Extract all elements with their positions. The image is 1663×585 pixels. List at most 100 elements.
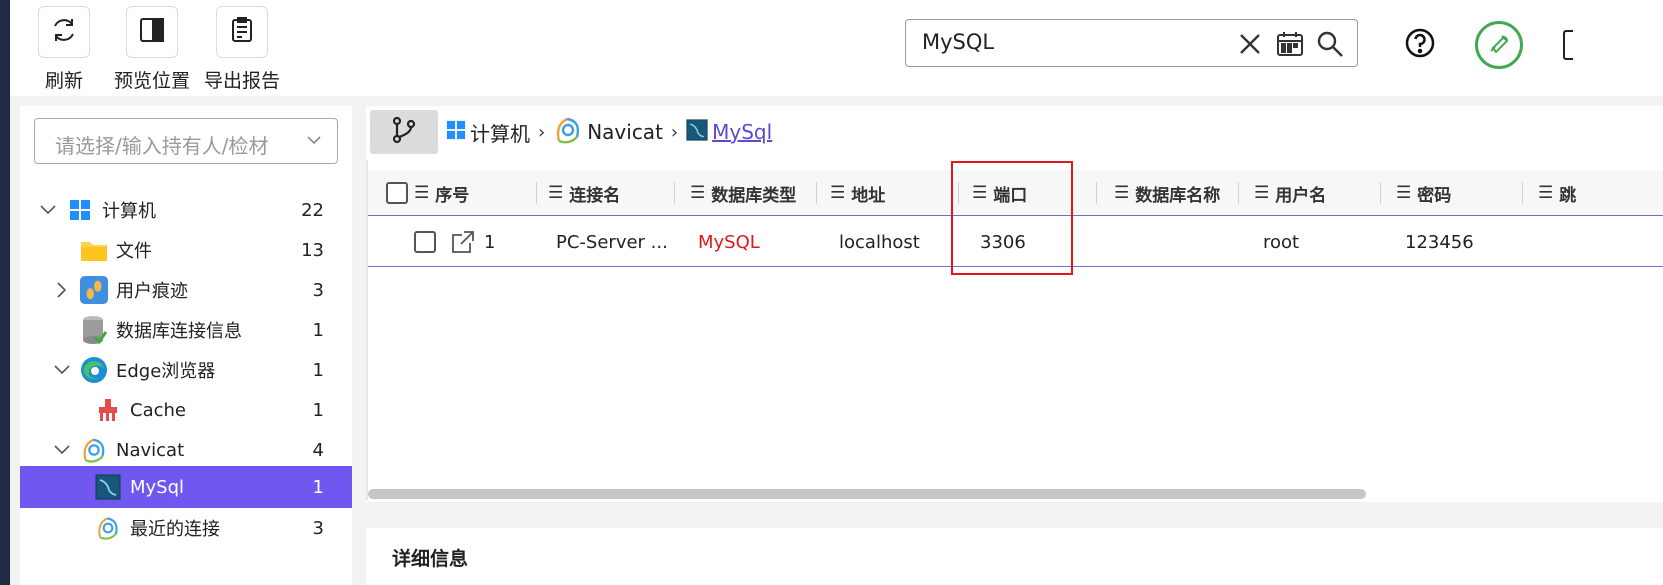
cell-username: root	[1263, 231, 1300, 253]
tree-item-count: 3	[312, 517, 324, 539]
tree-item-label: 最近的连接	[130, 519, 220, 540]
column-header-username[interactable]: ☰ 用户名	[1254, 170, 1326, 216]
refresh-icon	[50, 16, 78, 49]
tree-item-count: 22	[301, 199, 324, 221]
breadcrumb-label: 计算机	[470, 121, 530, 146]
navicat-icon	[80, 436, 108, 464]
detail-title: 详细信息	[392, 548, 469, 570]
tree-item-user-traces[interactable]: 用户痕迹 3	[20, 270, 352, 310]
column-divider[interactable]	[816, 182, 817, 204]
tree-item-label: Cache	[130, 399, 186, 421]
panel-toggle-icon[interactable]	[1563, 30, 1573, 60]
calendar-icon[interactable]	[1275, 29, 1305, 59]
tree-item-recent-connections[interactable]: 最近的连接 3	[20, 508, 352, 548]
database-icon	[80, 316, 108, 345]
tree-item-computer[interactable]: 计算机 22	[20, 190, 352, 230]
column-header-password[interactable]: ☰ 密码	[1396, 170, 1451, 216]
tree-item-count: 1	[312, 359, 324, 381]
tree-item-navicat[interactable]: Navicat 4	[20, 430, 352, 470]
chevron-down-icon[interactable]	[38, 200, 58, 220]
column-menu-icon: ☰	[830, 183, 846, 203]
breadcrumb-label: Navicat	[587, 120, 663, 144]
tree-item-count: 13	[301, 239, 324, 261]
owner-select-placeholder: 请选择/输入持有人/检材	[55, 134, 269, 158]
column-menu-icon: ☰	[1114, 183, 1130, 203]
evidence-tree-panel: 请选择/输入持有人/检材 计算机 22 文件 13 用户痕迹 3 数据库连接信息…	[20, 106, 352, 585]
select-all-checkbox[interactable]	[386, 170, 408, 216]
column-divider[interactable]	[1238, 182, 1239, 204]
open-external-icon[interactable]	[450, 217, 476, 267]
chevron-down-icon[interactable]	[52, 440, 72, 460]
search-icon[interactable]	[1315, 29, 1345, 59]
refresh-button[interactable]: 刷新	[19, 6, 109, 93]
breadcrumb: 计算机 › Navicat › MySql	[446, 114, 772, 150]
window-edge	[0, 0, 10, 585]
column-header-address[interactable]: ☰ 地址	[830, 170, 885, 216]
edge-icon	[80, 356, 108, 384]
cell-index: 1	[484, 231, 496, 253]
breadcrumb-item[interactable]: Navicat	[553, 115, 663, 150]
horizontal-scrollbar[interactable]	[368, 489, 1366, 499]
column-divider[interactable]	[536, 182, 537, 204]
column-header-index[interactable]: ☰ 序号	[414, 170, 469, 216]
chevron-down-icon[interactable]	[52, 360, 72, 380]
preview-position-label: 预览位置	[113, 70, 190, 92]
chevron-down-icon	[305, 131, 323, 154]
tree-view-toggle-button[interactable]	[370, 110, 438, 154]
branch-icon	[391, 116, 417, 149]
user-traces-icon	[80, 276, 108, 304]
tree-item-count: 1	[312, 319, 324, 341]
tree-item-db-connections[interactable]: 数据库连接信息 1	[20, 310, 352, 350]
tree-item-files[interactable]: 文件 13	[20, 230, 352, 270]
mysql-icon	[94, 473, 122, 501]
report-icon	[228, 16, 256, 49]
tree-item-count: 1	[312, 399, 324, 421]
tree-item-label: 文件	[116, 241, 152, 262]
bell-icon	[1487, 31, 1511, 60]
export-report-label: 导出报告	[203, 70, 280, 92]
column-menu-icon: ☰	[1538, 183, 1554, 203]
cell-password: 123456	[1405, 231, 1474, 253]
windows-icon	[446, 120, 466, 145]
windows-icon	[66, 196, 94, 224]
cell-address: localhost	[839, 231, 920, 253]
tree-item-label: 数据库连接信息	[116, 321, 242, 342]
breadcrumb-separator: ›	[670, 121, 679, 143]
folder-icon	[80, 236, 108, 264]
preview-position-button[interactable]: 预览位置	[107, 6, 197, 93]
tree-item-label: MySql	[130, 476, 185, 498]
tree-item-label: Navicat	[116, 439, 185, 461]
help-icon[interactable]	[1404, 27, 1436, 64]
column-menu-icon: ☰	[1254, 183, 1270, 203]
breadcrumb-label: MySql	[712, 120, 773, 144]
search-input[interactable]: MySQL	[905, 19, 1358, 67]
tree-item-cache[interactable]: Cache 1	[20, 390, 352, 430]
column-header-conn-name[interactable]: ☰ 连接名	[548, 170, 620, 216]
cell-conn-name: PC-Server ...	[556, 231, 668, 253]
notification-button[interactable]	[1475, 21, 1523, 69]
tree-item-mysql[interactable]: MySql 1	[20, 466, 352, 508]
column-divider[interactable]	[674, 182, 675, 204]
breadcrumb-item-current[interactable]: MySql	[686, 118, 773, 146]
column-header-more[interactable]: ☰ 跳	[1538, 170, 1576, 216]
clear-icon[interactable]	[1235, 29, 1265, 59]
column-divider[interactable]	[1380, 182, 1381, 204]
search-value: MySQL	[922, 30, 995, 54]
breadcrumb-item[interactable]: 计算机	[446, 118, 530, 147]
export-report-button[interactable]: 导出报告	[197, 6, 287, 93]
refresh-label: 刷新	[44, 70, 83, 92]
column-divider[interactable]	[1522, 182, 1523, 204]
detail-panel: 详细信息	[366, 528, 1663, 585]
column-menu-icon: ☰	[548, 183, 564, 203]
row-checkbox[interactable]	[414, 217, 436, 267]
column-header-db-name[interactable]: ☰ 数据库名称	[1114, 170, 1220, 216]
top-toolbar: 刷新 预览位置 导出报告 MySQL	[10, 0, 1663, 96]
table-left-border	[366, 160, 368, 500]
chevron-right-icon[interactable]	[52, 280, 72, 300]
tree-item-count: 3	[312, 279, 324, 301]
tree-item-label: 计算机	[102, 201, 156, 222]
tree-item-edge[interactable]: Edge浏览器 1	[20, 350, 352, 390]
owner-select[interactable]: 请选择/输入持有人/检材	[34, 118, 338, 164]
column-header-db-type[interactable]: ☰ 数据库类型	[690, 170, 796, 216]
column-divider[interactable]	[1096, 182, 1097, 204]
